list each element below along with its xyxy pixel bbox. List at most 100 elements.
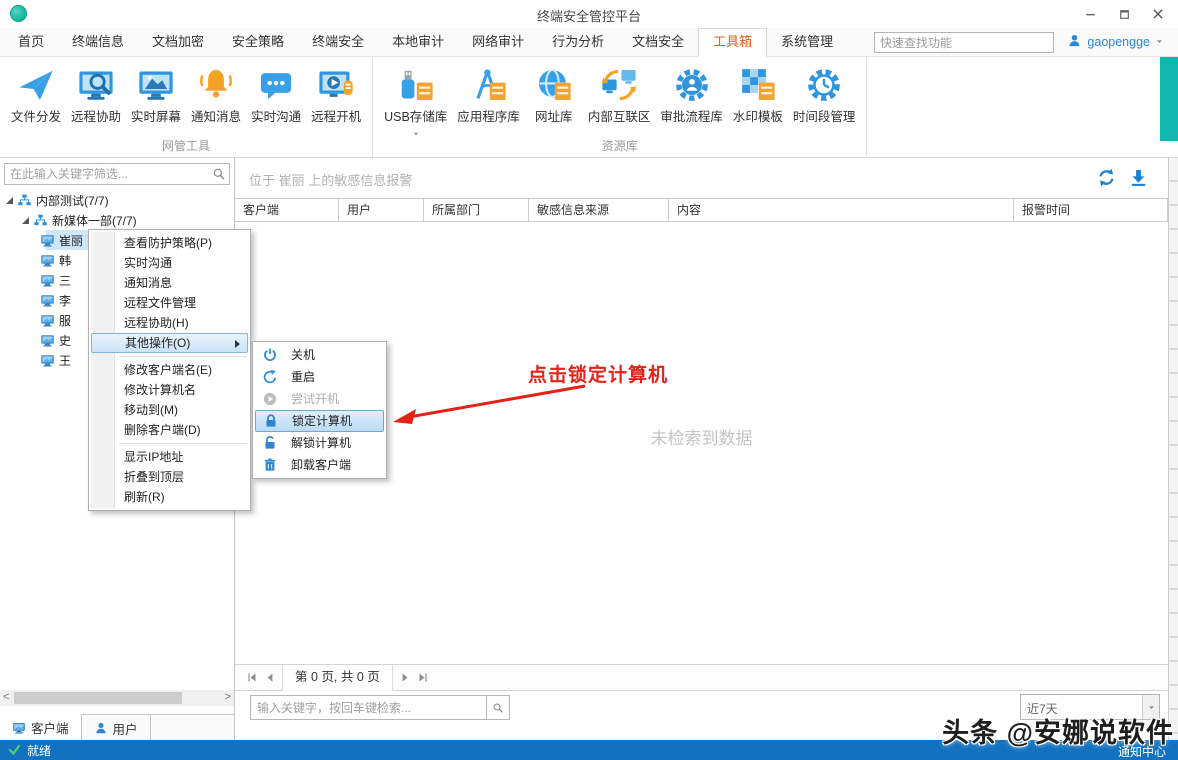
context-menu-item-14[interactable]: 折叠到顶层	[89, 467, 250, 487]
ribbon-tool-monitor-image[interactable]: 实时屏幕	[126, 62, 186, 125]
context-menu-item-15[interactable]: 刷新(R)	[89, 487, 250, 507]
context-menu-item-9[interactable]: 修改计算机名	[89, 380, 250, 400]
context-menu-item-8[interactable]: 修改客户端名(E)	[89, 360, 250, 380]
first-page-button[interactable]	[243, 669, 261, 687]
restart-icon	[262, 369, 278, 385]
scrollbar-thumb[interactable]	[14, 692, 182, 704]
right-vertical-tab-strip[interactable]	[1168, 158, 1178, 740]
try-boot-icon	[262, 391, 278, 407]
context-menu-item-11[interactable]: 删除客户端(D)	[89, 420, 250, 440]
tree-expander-icon[interactable]	[22, 217, 29, 224]
menu-tab-1[interactable]: 首页	[4, 28, 58, 57]
tree-filter-input[interactable]	[5, 164, 209, 184]
ribbon-tool-chat[interactable]: 实时沟通	[246, 62, 306, 125]
maximize-button[interactable]	[1108, 0, 1140, 28]
user-menu[interactable]: gaopengge	[1067, 33, 1164, 51]
ribbon-tool-usb-library[interactable]: USB存储库	[379, 62, 452, 133]
ribbon-tool-url-library[interactable]: 网址库	[525, 62, 583, 133]
context-menu-item-10[interactable]: 移动到(M)	[89, 400, 250, 420]
search-icon[interactable]	[212, 167, 226, 186]
horizontal-scrollbar[interactable]: < >	[0, 690, 234, 706]
context-menu-item-1[interactable]: 查看防护策略(P)	[89, 233, 250, 253]
menu-item-label: 刷新(R)	[124, 490, 165, 504]
context-menu-item-4[interactable]: 远程文件管理	[89, 293, 250, 313]
ribbon-tool-app-library[interactable]: 应用程序库	[452, 62, 525, 133]
context-menu-item-2[interactable]: 实时沟通	[89, 253, 250, 273]
submenu-item-lock[interactable]: 锁定计算机	[255, 410, 384, 432]
bell-icon	[197, 66, 235, 104]
tree-node-1[interactable]: 内部测试(7/7)	[0, 190, 234, 210]
download-icon	[1129, 168, 1148, 187]
ribbon-tool-paper-plane[interactable]: 文件分发	[6, 62, 66, 125]
column-header-3[interactable]: 所属部门	[424, 199, 529, 221]
export-download-button[interactable]	[1129, 168, 1148, 192]
context-menu-item-3[interactable]: 通知消息	[89, 273, 250, 293]
context-menu-item-13[interactable]: 显示IP地址	[89, 447, 250, 467]
keyword-search-button[interactable]	[486, 695, 510, 720]
ribbon-tool-watermark-template[interactable]: 水印模板	[728, 62, 788, 133]
ribbon-tool-monitor-search[interactable]: 远程协助	[66, 62, 126, 125]
menu-item-label: 远程协助(H)	[124, 316, 189, 330]
sidebar-tab-users[interactable]: 用户	[82, 715, 151, 741]
quick-search-input[interactable]	[874, 32, 1054, 53]
refresh-icon	[1097, 168, 1116, 187]
tree-expander-icon[interactable]	[6, 197, 13, 204]
menu-tab-3[interactable]: 文档加密	[138, 28, 218, 57]
maximize-icon	[1118, 8, 1131, 21]
tree-node-label: 王	[59, 352, 71, 369]
last-page-button[interactable]	[414, 669, 432, 687]
ribbon-tool-approval-flow[interactable]: 审批流程库	[655, 62, 728, 133]
submenu-item-restart[interactable]: 重启	[253, 366, 386, 388]
title-bar: 终端安全管控平台	[0, 0, 1178, 28]
menu-tab-10[interactable]: 工具箱	[698, 28, 767, 57]
submenu-item-trash[interactable]: 卸载客户端	[253, 454, 386, 476]
ribbon-tool-bell[interactable]: 通知消息	[186, 62, 246, 125]
menu-tab-4[interactable]: 安全策略	[218, 28, 298, 57]
sidebar-tab-clients[interactable]: 客户端	[0, 714, 82, 740]
computer-icon	[40, 313, 55, 328]
menu-tab-11[interactable]: 系统管理	[767, 28, 847, 57]
ribbon-tool-label: 时间段管理	[793, 106, 856, 125]
column-header-5[interactable]: 内容	[669, 199, 1014, 221]
context-menu-item-5[interactable]: 远程协助(H)	[89, 313, 250, 333]
close-button[interactable]	[1142, 0, 1174, 28]
column-header-4[interactable]: 敏感信息来源	[529, 199, 669, 221]
prev-page-button[interactable]	[261, 669, 279, 687]
submenu-item-unlock[interactable]: 解锁计算机	[253, 432, 386, 454]
trash-icon	[262, 457, 278, 473]
ribbon-tools-row: USB存储库应用程序库网址库内部互联区审批流程库水印模板时间段管理	[379, 62, 860, 133]
approval-flow-icon	[673, 66, 711, 104]
computer-icon	[40, 253, 55, 268]
menu-tab-5[interactable]: 终端安全	[298, 28, 378, 57]
ribbon-tool-monitor-play[interactable]: 远程开机	[306, 62, 366, 125]
column-header-6[interactable]: 报警时间	[1014, 199, 1168, 221]
keyword-search-input[interactable]	[250, 695, 487, 720]
ribbon-group-2: USB存储库应用程序库网址库内部互联区审批流程库水印模板时间段管理资源库	[373, 57, 867, 157]
org-node-icon	[17, 193, 32, 208]
menu-tab-9[interactable]: 文档安全	[618, 28, 698, 57]
minimize-button[interactable]	[1074, 0, 1106, 28]
tree-node-2[interactable]: 新媒体一部(7/7)	[0, 210, 234, 230]
scroll-left-arrow[interactable]: <	[3, 691, 9, 703]
menu-tab-2[interactable]: 终端信息	[58, 28, 138, 57]
menu-tab-8[interactable]: 行为分析	[538, 28, 618, 57]
sidebar-tab-label: 用户	[113, 719, 138, 738]
ribbon-tool-time-period[interactable]: 时间段管理	[788, 62, 861, 133]
menu-tab-6[interactable]: 本地审计	[378, 28, 458, 57]
submenu-item-power[interactable]: 关机	[253, 344, 386, 366]
monitor-image-icon	[137, 66, 175, 104]
menu-tab-7[interactable]: 网络审计	[458, 28, 538, 57]
computer-icon	[40, 253, 55, 268]
org-node-icon	[17, 193, 32, 208]
lock-icon	[263, 413, 279, 429]
scroll-right-arrow[interactable]: >	[225, 691, 231, 703]
watermark-template-icon	[739, 66, 777, 104]
column-header-1[interactable]: 客户端	[235, 199, 339, 221]
context-menu-item-6[interactable]: 其他操作(O)	[91, 333, 248, 353]
next-page-button[interactable]	[396, 669, 414, 687]
ribbon-tool-label: 应用程序库	[457, 106, 520, 125]
refresh-button[interactable]	[1097, 168, 1116, 192]
ribbon-tool-interlink[interactable]: 内部互联区	[583, 62, 656, 133]
tree-node-label: 韩	[59, 252, 71, 269]
column-header-2[interactable]: 用户	[339, 199, 424, 221]
